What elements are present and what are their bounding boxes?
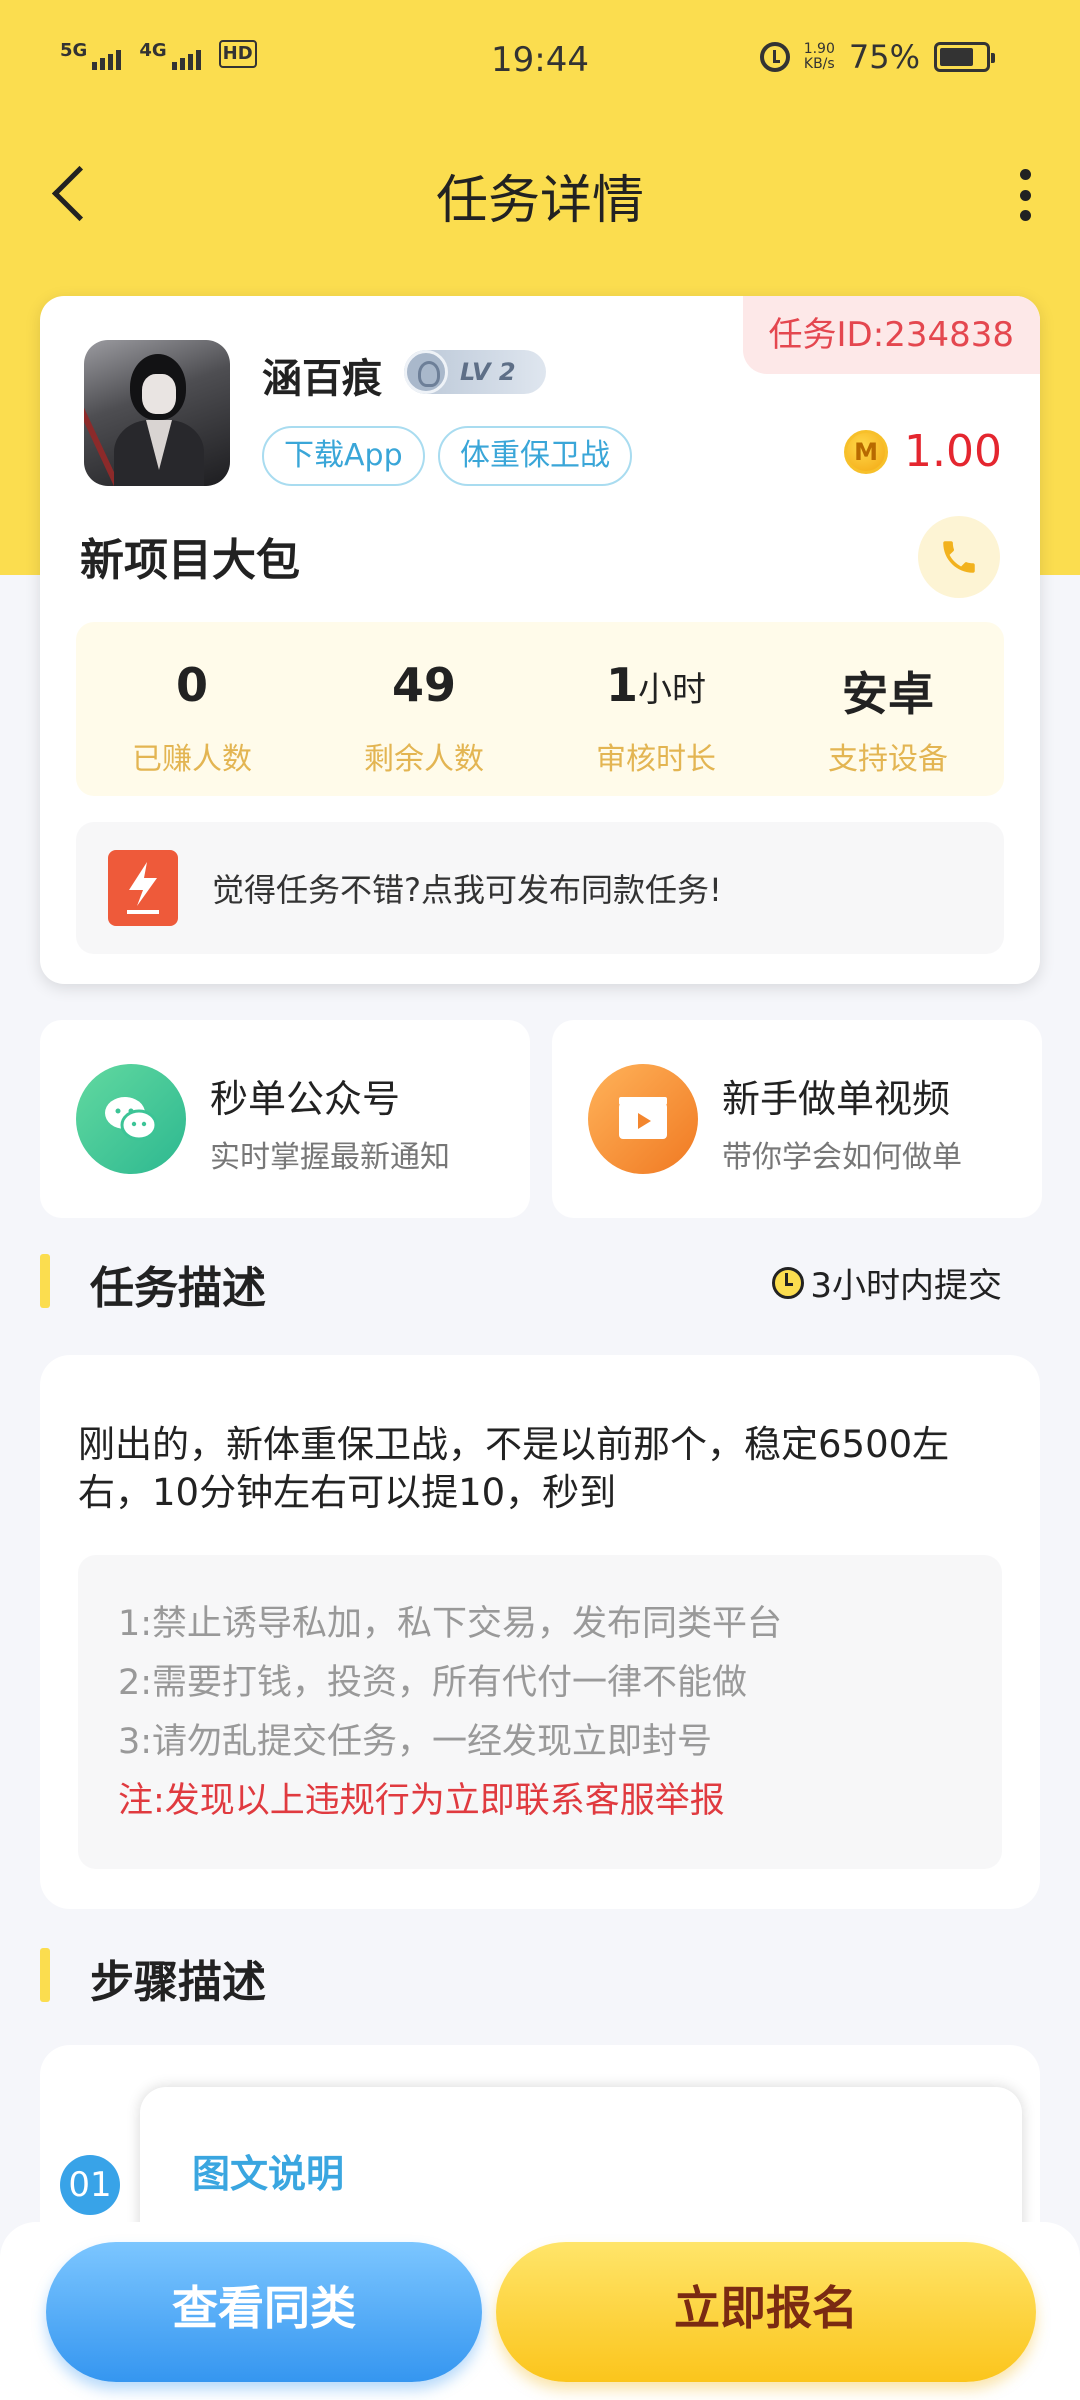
battery-fill (940, 48, 973, 66)
quick-card-title: 秒单公众号 (210, 1077, 401, 1121)
speed-unit: KB/s (803, 56, 835, 72)
task-card: 任务ID:234838 涵百痕 LV 2 下载App 体重保卫战 M 1.00 … (40, 296, 1040, 984)
stat-unit: 小时 (638, 670, 706, 710)
phone-icon (943, 541, 975, 573)
stat-review-time: 1小时 审核时长 (540, 622, 772, 796)
signup-button[interactable]: 立即报名 (496, 2242, 1036, 2382)
stat-value: 0 (175, 658, 208, 712)
level-badge: LV 2 (404, 350, 546, 394)
step-title: 图文说明 (192, 2152, 345, 2196)
section-accent (40, 1948, 50, 2002)
contact-phone-button[interactable] (918, 516, 1000, 598)
project-name: 新项目大包 (80, 535, 300, 586)
reward: M 1.00 (844, 426, 1002, 477)
rule-warning: 注:发现以上违规行为立即联系客服举报 (118, 1781, 725, 1821)
deadline: 3小时内提交 (772, 1258, 1002, 1307)
alarm-icon (759, 42, 790, 72)
publisher-name: 涵百痕 (262, 356, 382, 402)
more-options-button[interactable] (1010, 165, 1040, 225)
avatar[interactable] (84, 340, 230, 486)
publish-similar-banner[interactable]: 觉得任务不错?点我可发布同款任务! (76, 822, 1004, 954)
section-accent (40, 1254, 50, 1308)
quick-card-subtitle: 带你学会如何做单 (722, 1140, 962, 1175)
level-text: LV 2 (460, 358, 516, 386)
official-account-card[interactable]: 秒单公众号 实时掌握最新通知 (40, 1020, 530, 1218)
task-stats: 0 已赚人数 49 剩余人数 1小时 审核时长 安卓 支持设备 (76, 622, 1004, 796)
quick-card-title: 新手做单视频 (722, 1077, 951, 1121)
status-right: 1.90 KB/s 75% (759, 38, 995, 76)
section-title-steps: 步骤描述 (90, 1957, 266, 2008)
battery-icon (934, 42, 995, 72)
task-id-badge: 任务ID:234838 (742, 296, 1040, 374)
level-icon (404, 350, 448, 394)
rules-box: 1:禁止诱导私加，私下交易，发布同类平台 2:需要打钱，投资，所有代付一律不能做… (78, 1555, 1002, 1869)
tag-game-name: 体重保卫战 (438, 426, 632, 486)
page-title: 任务详情 (435, 171, 644, 231)
description-card: 刚出的，新体重保卫战，不是以前那个，稳定6500左右，10分钟左右可以提10，秒… (40, 1355, 1040, 1909)
quick-card-subtitle: 实时掌握最新通知 (210, 1140, 450, 1175)
speed-value: 1.90 (803, 41, 835, 57)
stat-earned: 0 已赚人数 (76, 622, 308, 796)
lightning-icon (108, 850, 178, 926)
wechat-icon (76, 1064, 186, 1174)
more-vertical-icon (1019, 169, 1031, 180)
task-description: 刚出的，新体重保卫战，不是以前那个，稳定6500左右，10分钟左右可以提10，秒… (78, 1423, 950, 1514)
tutorial-video-card[interactable]: 新手做单视频 带你学会如何做单 (552, 1020, 1042, 1218)
coin-icon: M (844, 429, 889, 474)
rule-item: 2:需要打钱，投资，所有代付一律不能做 (118, 1663, 748, 1703)
stat-value: 49 (391, 658, 456, 712)
stat-value: 安卓 (842, 667, 934, 721)
tag-download-app: 下载App (262, 426, 425, 486)
stat-value: 1 (605, 658, 638, 712)
network-speed: 1.90 KB/s (804, 42, 835, 72)
rule-item: 3:请勿乱提交任务，一经发现立即封号 (118, 1722, 713, 1762)
status-bar: 5G 4G HD 19:44 1.90 KB/s 75% (0, 0, 1080, 120)
video-icon (588, 1064, 698, 1174)
publish-similar-text: 觉得任务不错?点我可发布同款任务! (212, 871, 722, 909)
stat-device: 安卓 支持设备 (772, 622, 1004, 796)
stat-label: 已赚人数 (132, 742, 252, 777)
deadline-text: 3小时内提交 (810, 1266, 1002, 1306)
section-title-description: 任务描述 (90, 1263, 266, 1314)
stat-label: 剩余人数 (364, 742, 484, 777)
stat-label: 审核时长 (596, 742, 716, 777)
view-similar-button[interactable]: 查看同类 (46, 2242, 482, 2382)
step-number: 01 (60, 2155, 120, 2215)
rule-item: 1:禁止诱导私加，私下交易，发布同类平台 (118, 1604, 783, 1644)
clock-icon (772, 1266, 805, 1299)
battery-percent: 75% (848, 38, 920, 76)
stat-label: 支持设备 (828, 742, 948, 777)
stat-remaining: 49 剩余人数 (308, 622, 540, 796)
reward-amount: 1.00 (904, 426, 1002, 477)
bottom-action-bar: 查看同类 立即报名 (0, 2222, 1080, 2400)
